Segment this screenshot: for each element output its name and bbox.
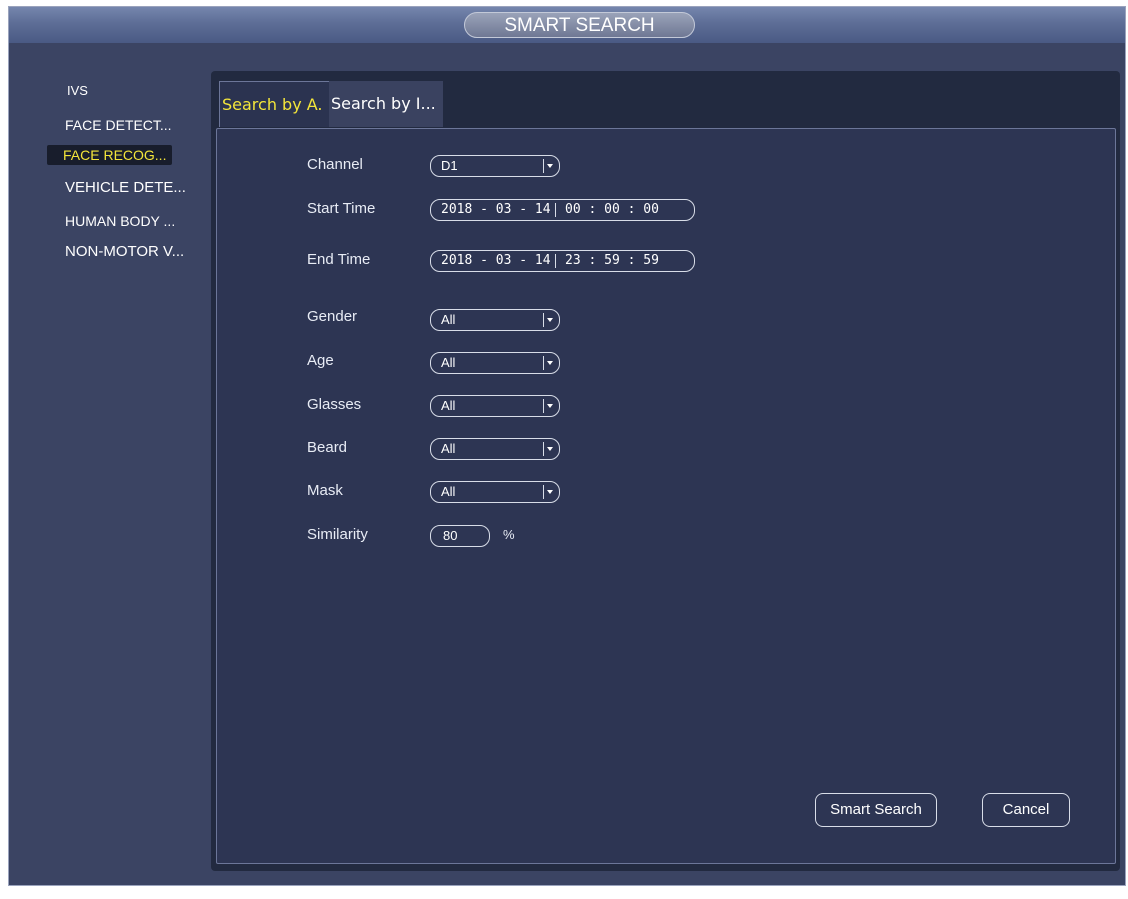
search-panel: Search by A. Search by I... Channel D1 S… (211, 71, 1120, 871)
title-bar: SMART SEARCH (9, 7, 1125, 43)
cancel-button[interactable]: Cancel (982, 793, 1070, 827)
gender-value: All (441, 312, 456, 327)
beard-select[interactable]: All (430, 438, 560, 460)
sidebar-item-face-recognition[interactable]: FACE RECOG... (47, 145, 173, 165)
similarity-label: Similarity (307, 526, 368, 543)
channel-select[interactable]: D1 (430, 155, 560, 177)
chevron-down-icon (543, 313, 555, 327)
smart-search-button[interactable]: Smart Search (815, 793, 937, 827)
glasses-value: All (441, 398, 456, 413)
end-time-field[interactable]: 2018 - 03 - 14 23 : 59 : 59 (430, 250, 695, 272)
end-time-value[interactable]: 23 : 59 : 59 (565, 251, 659, 271)
age-value: All (441, 355, 456, 370)
sidebar-item-non-motor-vehicle[interactable]: NON-MOTOR V... (65, 243, 184, 260)
gender-label: Gender (307, 308, 358, 325)
divider (555, 254, 556, 268)
age-label: Age (307, 352, 334, 369)
beard-label: Beard (307, 439, 348, 456)
chevron-down-icon (543, 399, 555, 413)
start-time-label: Start Time (307, 200, 376, 217)
window-title: SMART SEARCH (464, 12, 695, 38)
start-date-value[interactable]: 2018 - 03 - 14 (441, 200, 551, 220)
glasses-label: Glasses (307, 396, 362, 413)
sidebar-item-human-body[interactable]: HUMAN BODY ... (65, 213, 175, 229)
chevron-down-icon (543, 442, 555, 456)
divider (555, 203, 556, 217)
search-form: Channel D1 Start Time 2018 - 03 - 14 00 … (216, 128, 1116, 864)
glasses-select[interactable]: All (430, 395, 560, 417)
start-time-field[interactable]: 2018 - 03 - 14 00 : 00 : 00 (430, 199, 695, 221)
chevron-down-icon (543, 159, 555, 173)
gender-select[interactable]: All (430, 309, 560, 331)
end-date-value[interactable]: 2018 - 03 - 14 (441, 251, 551, 271)
similarity-unit: % (503, 527, 515, 542)
tab-search-by-image[interactable]: Search by I... (329, 81, 443, 127)
start-time-value[interactable]: 00 : 00 : 00 (565, 200, 659, 220)
tab-search-by-attribute[interactable]: Search by A. (219, 81, 329, 127)
end-time-label: End Time (307, 251, 371, 268)
similarity-input[interactable]: 80 (430, 525, 490, 547)
sidebar-item-ivs[interactable]: IVS (67, 83, 88, 98)
age-select[interactable]: All (430, 352, 560, 374)
chevron-down-icon (543, 356, 555, 370)
sidebar-item-vehicle-detection[interactable]: VEHICLE DETE... (65, 179, 186, 196)
mask-select[interactable]: All (430, 481, 560, 503)
sidebar-item-face-detection[interactable]: FACE DETECT... (65, 117, 172, 133)
chevron-down-icon (543, 485, 555, 499)
channel-value: D1 (441, 158, 458, 173)
channel-label: Channel (307, 156, 363, 173)
mask-label: Mask (307, 482, 343, 499)
smart-search-window: SMART SEARCH IVS FACE DETECT... FACE REC… (8, 6, 1126, 886)
mask-value: All (441, 484, 456, 499)
beard-value: All (441, 441, 456, 456)
